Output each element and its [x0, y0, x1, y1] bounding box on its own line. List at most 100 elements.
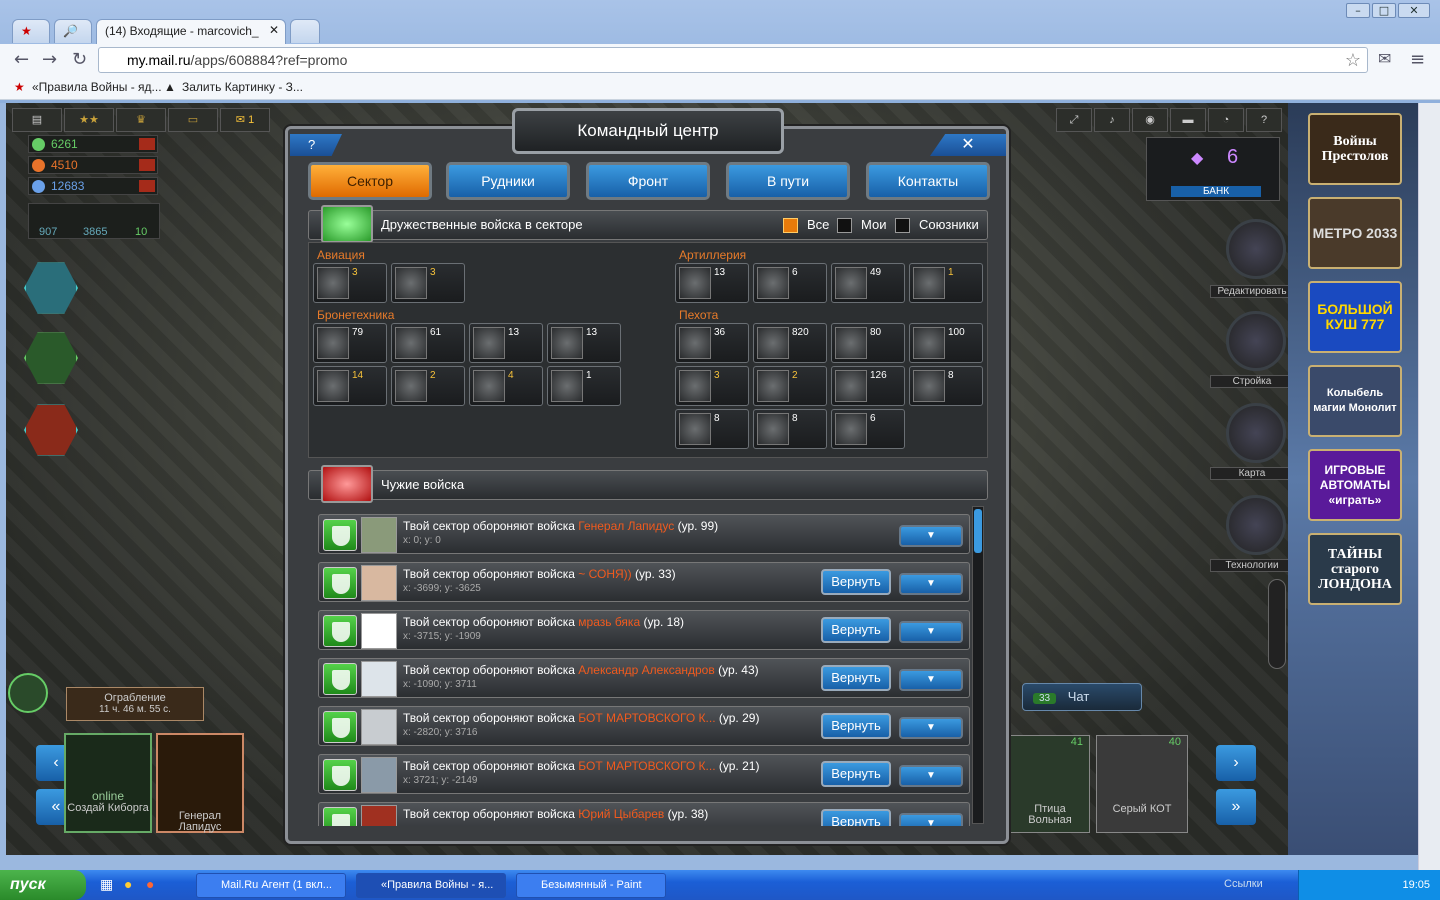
edit-gear-icon[interactable] [1226, 219, 1286, 279]
tab-close-icon[interactable]: ✕ [269, 23, 279, 37]
friend-card-cyborg[interactable]: online Создай Киборга [64, 733, 152, 833]
unit-card-infantry[interactable]: 6 [831, 409, 905, 449]
browser-quicklaunch-icon[interactable]: ● [146, 876, 154, 892]
unit-card-infantry[interactable]: 100 [909, 323, 983, 363]
forward-icon[interactable]: → [42, 49, 57, 70]
unit-card-artillery[interactable]: 49 [831, 263, 905, 303]
mail-icon[interactable]: ✉ 1 [220, 108, 270, 132]
expand-chevron-icon[interactable]: ▼ [899, 765, 963, 787]
unit-card-aviation[interactable]: 3 [391, 263, 465, 303]
new-tab-button[interactable] [290, 19, 320, 43]
neighbors-last-button[interactable]: » [1216, 789, 1256, 825]
ticket-icon[interactable]: ▭ [168, 108, 218, 132]
unit-card-aviation[interactable]: 3 [313, 263, 387, 303]
shield-icon[interactable] [323, 663, 357, 695]
player-name[interactable]: БОТ МАРТОВСКОГО К... [578, 711, 715, 725]
ad-cradle-of-magic[interactable]: Колыбель магии Монолит [1308, 365, 1402, 437]
robbery-panel[interactable]: Ограбление 11 ч. 46 м. 55 с. [66, 687, 204, 721]
task-mail-agent[interactable]: Mail.Ru Агент (1 вкл... [196, 873, 346, 898]
ad-game-of-thrones[interactable]: Войны Престолов [1308, 113, 1402, 185]
bookmark-1[interactable]: «Правила Войны - яд... [32, 80, 162, 94]
return-button[interactable]: Вернуть [821, 569, 891, 595]
task-paint[interactable]: Безымянный - Paint [516, 873, 666, 898]
map-icon[interactable] [1226, 403, 1286, 463]
expand-chevron-icon[interactable]: ▼ [899, 813, 963, 826]
help-icon[interactable]: ? [1246, 108, 1282, 132]
ad-big-jackpot[interactable]: БОЛЬШОЙ КУШ 777 [1308, 281, 1402, 353]
filter-all-checkbox[interactable] [783, 218, 798, 233]
window-close-button[interactable]: ✕ [1398, 3, 1430, 18]
trophy-icon[interactable]: ♛ [116, 108, 166, 132]
neighbor-card-bird[interactable]: 41 Птица Вольная [1010, 735, 1090, 833]
unit-card-infantry[interactable]: 3 [675, 366, 749, 406]
sound-icon[interactable]: ♪ [1094, 108, 1130, 132]
tab-sector[interactable]: Сектор [308, 162, 432, 200]
player-name[interactable]: Александр Александров [578, 663, 714, 677]
fullscreen-icon[interactable]: ⤢ [1056, 108, 1092, 132]
player-name[interactable]: Генерал Лапидус [578, 519, 674, 533]
film-icon[interactable]: ▤ [12, 108, 62, 132]
show-desktop-icon[interactable]: ▦ [100, 876, 113, 893]
unit-card-armor[interactable]: 14 [313, 366, 387, 406]
return-button[interactable]: Вернуть [821, 761, 891, 787]
list-scrollbar-thumb[interactable] [974, 509, 982, 553]
flag-icon[interactable]: ▬ [1170, 108, 1206, 132]
tab-front[interactable]: Фронт [586, 162, 710, 200]
expand-chevron-icon[interactable]: ▼ [899, 621, 963, 643]
expand-chevron-icon[interactable]: ▼ [899, 717, 963, 739]
shield-icon[interactable] [323, 519, 357, 551]
tab-pinned-search[interactable]: 🔎 [54, 19, 92, 43]
stars-icon[interactable]: ★★ [64, 108, 114, 132]
tab-pinned-game[interactable]: ★ [12, 19, 50, 43]
tab-contacts[interactable]: Контакты [866, 162, 990, 200]
eye-icon[interactable]: ◉ [1132, 108, 1168, 132]
return-button[interactable]: Вернуть [821, 665, 891, 691]
unit-card-armor[interactable]: 4 [469, 366, 543, 406]
unit-card-armor[interactable]: 79 [313, 323, 387, 363]
ad-metro-2033[interactable]: МЕТРО 2033 [1308, 197, 1402, 269]
unit-card-artillery[interactable]: 6 [753, 263, 827, 303]
build-wrench-icon[interactable] [1226, 311, 1286, 371]
bookmark-2[interactable]: Залить Картинку - З... [182, 80, 303, 94]
tab-mines[interactable]: Рудники [446, 162, 570, 200]
player-name[interactable]: ~ СОНЯ)) [578, 567, 635, 581]
wifi-icon[interactable]: ◔ [1208, 108, 1244, 132]
shield-icon[interactable] [323, 567, 357, 599]
shield-icon[interactable] [323, 759, 357, 791]
unit-card-infantry[interactable]: 8 [675, 409, 749, 449]
tab-mail[interactable]: (14) Входящие - marcovich_ ✕ [96, 19, 286, 44]
return-button[interactable]: Вернуть [821, 617, 891, 643]
neighbor-card-cat[interactable]: 40 Серый КОТ [1096, 735, 1188, 833]
maximize-button[interactable]: □ [1372, 3, 1396, 18]
filter-allies-checkbox[interactable] [895, 218, 910, 233]
unit-card-infantry[interactable]: 126 [831, 366, 905, 406]
task-browser[interactable]: «Правила Войны - я... [356, 873, 506, 898]
zoom-slider[interactable] [1268, 579, 1286, 669]
expand-chevron-icon[interactable]: ▼ [899, 669, 963, 691]
links-toolbar[interactable]: Ссылки [1224, 878, 1263, 890]
reload-icon[interactable]: ↻ [72, 49, 87, 70]
ad-london-secrets[interactable]: ТАЙНЫ старого ЛОНДОНА [1308, 533, 1402, 605]
filter-mine-checkbox[interactable] [837, 218, 852, 233]
bookmark-star-icon[interactable]: ☆ [1345, 48, 1361, 72]
start-button[interactable]: пуск [0, 870, 86, 900]
quicklaunch-icon[interactable]: ● [124, 876, 132, 892]
unit-card-armor[interactable]: 1 [547, 366, 621, 406]
neighbors-next-button[interactable]: › [1216, 745, 1256, 781]
unit-card-infantry[interactable]: 36 [675, 323, 749, 363]
player-name[interactable]: мразь бяка [578, 615, 640, 629]
return-button[interactable]: Вернуть [821, 809, 891, 826]
extension-icon[interactable]: ✉ [1378, 49, 1391, 68]
menu-icon[interactable]: ≡ [1410, 49, 1425, 70]
unit-card-artillery[interactable]: 13 [675, 263, 749, 303]
chat-button[interactable]: 33 Чат [1022, 683, 1142, 711]
return-button[interactable]: Вернуть [821, 713, 891, 739]
tech-icon[interactable] [1226, 495, 1286, 555]
unit-card-artillery[interactable]: 1 [909, 263, 983, 303]
shield-icon[interactable] [323, 711, 357, 743]
unit-card-infantry[interactable]: 8 [909, 366, 983, 406]
unit-card-infantry[interactable]: 2 [753, 366, 827, 406]
tab-in-transit[interactable]: В пути [726, 162, 850, 200]
list-scrollbar[interactable] [972, 506, 984, 824]
unit-card-infantry[interactable]: 8 [753, 409, 827, 449]
